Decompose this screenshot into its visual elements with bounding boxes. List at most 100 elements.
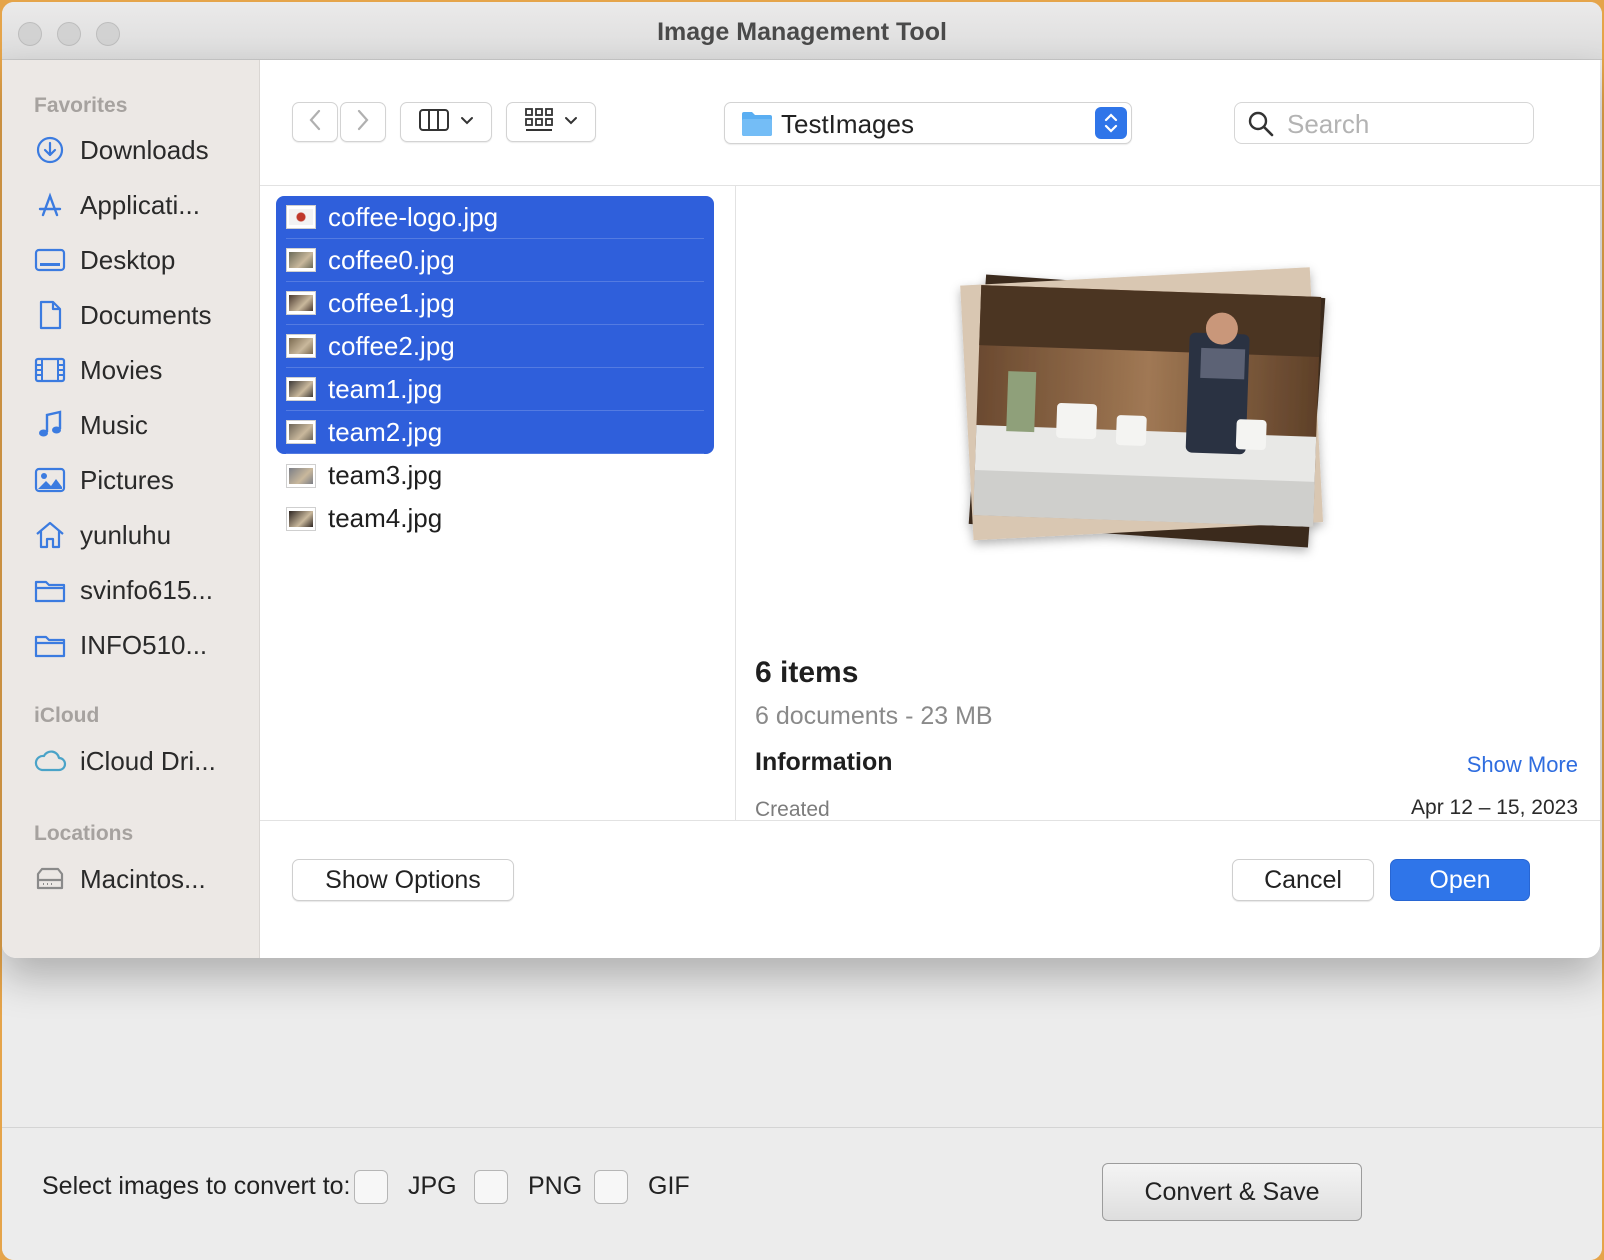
jpg-checkbox[interactable] <box>354 1170 388 1204</box>
image-thumbnail-icon <box>286 420 316 444</box>
sidebar-item-macintosh-hd[interactable]: Macintos... <box>32 857 252 901</box>
view-mode-button[interactable] <box>400 102 492 142</box>
sidebar-item-label: Movies <box>80 354 163 385</box>
sidebar-item-label: iCloud Dri... <box>80 745 216 776</box>
image-thumbnail-icon <box>286 463 316 488</box>
location-popup[interactable]: TestImages <box>724 102 1132 144</box>
search-icon <box>1247 110 1275 143</box>
favorites-heading: Favorites <box>34 94 128 117</box>
png-checkbox[interactable] <box>474 1170 508 1204</box>
photo-icon <box>32 462 68 498</box>
show-more-link[interactable]: Show More <box>1467 752 1578 778</box>
file-row[interactable]: coffee0.jpg <box>286 239 704 282</box>
sidebar-item-label: svinfo615... <box>80 574 213 605</box>
locations-heading: Locations <box>34 822 134 845</box>
file-row[interactable]: coffee1.jpg <box>286 282 704 325</box>
search-field[interactable] <box>1234 102 1534 144</box>
png-label: PNG <box>528 1172 583 1200</box>
sidebar-item-home[interactable]: yunluhu <box>32 513 252 557</box>
file-name: team1.jpg <box>328 373 443 404</box>
image-thumbnail-icon <box>286 291 316 315</box>
sidebar-item-label: Applicati... <box>80 189 200 220</box>
convert-save-button[interactable]: Convert & Save <box>1102 1163 1362 1221</box>
cloud-icon <box>32 743 68 779</box>
file-name: team3.jpg <box>328 460 443 490</box>
preview-pane: 6 items 6 documents - 23 MB Information … <box>737 186 1600 821</box>
sidebar-item-icloud-drive[interactable]: iCloud Dri... <box>32 739 252 783</box>
folder-icon <box>741 109 773 142</box>
selection-count: 6 items <box>755 656 859 689</box>
sidebar-item-label: Pictures <box>80 464 174 495</box>
file-name: coffee0.jpg <box>328 244 455 275</box>
columns-view-icon <box>418 108 450 137</box>
image-thumbnail-icon <box>286 377 316 401</box>
title-bar: Image Management Tool <box>2 2 1602 60</box>
download-circle-icon <box>32 132 68 168</box>
gif-checkbox[interactable] <box>594 1170 628 1204</box>
created-label: Created <box>755 798 830 821</box>
file-row[interactable]: team3.jpg <box>286 454 704 497</box>
updown-chevron-icon <box>1095 107 1127 139</box>
dialog-footer: Show Options Cancel Open <box>260 820 1600 958</box>
sidebar-item-music[interactable]: Music <box>32 403 252 447</box>
sidebar-item-applications[interactable]: Applicati... <box>32 183 252 227</box>
sidebar-item-folder-info510[interactable]: INFO510... <box>32 623 252 667</box>
home-icon <box>32 517 68 553</box>
file-name: coffee2.jpg <box>328 330 455 361</box>
applications-icon <box>32 187 68 223</box>
image-thumbnail-icon <box>286 205 316 229</box>
dialog-toolbar: TestImages <box>260 60 1600 186</box>
show-options-button[interactable]: Show Options <box>292 859 514 901</box>
group-by-button[interactable] <box>506 102 596 142</box>
file-row[interactable]: coffee-logo.jpg <box>286 196 704 239</box>
open-button[interactable]: Open <box>1390 859 1530 901</box>
sidebar-item-folder-svinfo[interactable]: svinfo615... <box>32 568 252 612</box>
convert-label: Select images to convert to: <box>42 1172 351 1200</box>
file-name: team4.jpg <box>328 503 443 533</box>
forward-button[interactable] <box>340 102 386 142</box>
file-row[interactable]: coffee2.jpg <box>286 325 704 368</box>
convert-panel: Select images to convert to: JPG PNG GIF… <box>2 1127 1602 1260</box>
information-heading: Information <box>755 748 893 776</box>
grid-icon <box>524 107 554 138</box>
image-thumbnail-icon <box>286 506 316 531</box>
chevron-left-icon <box>308 109 322 136</box>
created-value: Apr 12 – 15, 2023 <box>1411 796 1578 819</box>
sidebar-item-downloads[interactable]: Downloads <box>32 128 252 172</box>
cancel-button[interactable]: Cancel <box>1232 859 1374 901</box>
icloud-heading: iCloud <box>34 704 100 727</box>
sidebar-item-pictures[interactable]: Pictures <box>32 458 252 502</box>
image-thumbnail-icon <box>286 248 316 272</box>
sidebar-item-movies[interactable]: Movies <box>32 348 252 392</box>
sidebar-item-documents[interactable]: Documents <box>32 293 252 337</box>
stacked-photos-preview <box>960 267 1326 548</box>
search-input[interactable] <box>1287 109 1517 139</box>
desktop-icon <box>32 242 68 278</box>
chevron-down-icon <box>460 113 474 131</box>
image-thumbnail-icon <box>286 334 316 358</box>
file-row[interactable]: team2.jpg <box>286 411 704 454</box>
chevron-right-icon <box>356 109 370 136</box>
selection-summary: 6 documents - 23 MB <box>755 702 993 730</box>
file-name: team2.jpg <box>328 416 443 447</box>
sidebar-item-label: Documents <box>80 299 212 330</box>
music-note-icon <box>32 407 68 443</box>
sidebar-item-label: Macintos... <box>80 863 206 894</box>
open-file-dialog: Favorites Downloads Applicati... Desktop… <box>2 60 1600 958</box>
folder-icon <box>32 572 68 608</box>
sidebar-item-desktop[interactable]: Desktop <box>32 238 252 282</box>
file-list: coffee-logo.jpg coffee0.jpg coffee1.jpg cof… <box>260 186 736 820</box>
chevron-down-icon <box>564 113 578 131</box>
sidebar-item-label: INFO510... <box>80 629 208 660</box>
sidebar-item-label: Downloads <box>80 134 209 165</box>
file-row[interactable]: team1.jpg <box>286 368 704 411</box>
file-row[interactable]: team4.jpg <box>286 497 704 540</box>
back-button[interactable] <box>292 102 338 142</box>
sidebar: Favorites Downloads Applicati... Desktop… <box>2 60 260 958</box>
sidebar-item-label: Desktop <box>80 244 176 275</box>
film-icon <box>32 352 68 388</box>
sidebar-item-label: Music <box>80 409 148 440</box>
gif-label: GIF <box>648 1172 690 1200</box>
disk-icon <box>32 861 68 897</box>
window-title: Image Management Tool <box>657 18 947 46</box>
